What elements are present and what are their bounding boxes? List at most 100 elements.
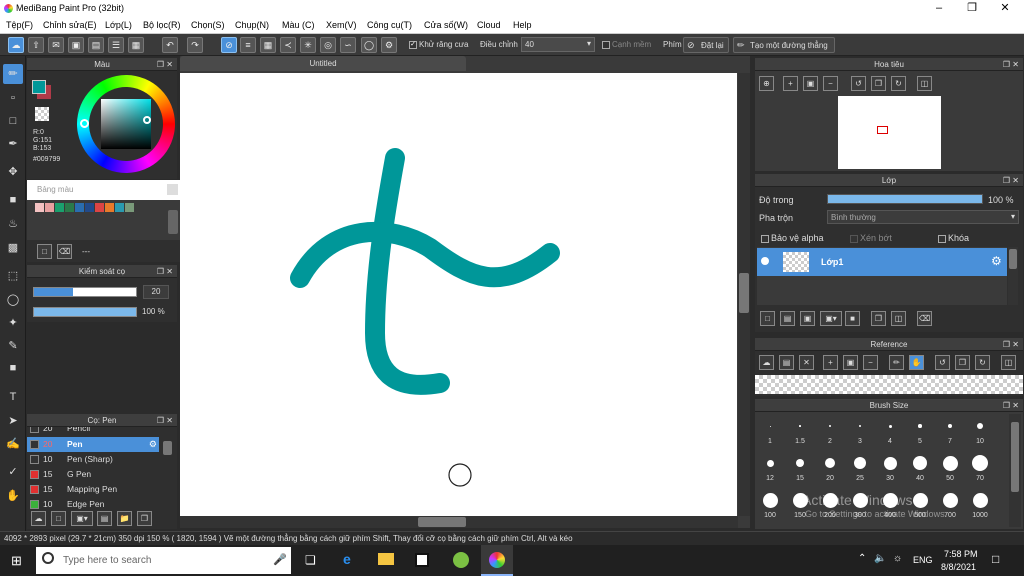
snap-ellipse-icon[interactable]: ◯ — [361, 37, 377, 53]
navigator-preview[interactable] — [838, 96, 941, 169]
brush-size-option[interactable]: 50 — [935, 451, 965, 487]
volume-icon[interactable]: 🔈 — [874, 553, 886, 564]
snap-settings-icon[interactable]: ⚙ — [381, 37, 397, 53]
gradient-tool-icon[interactable]: ▩ — [3, 238, 23, 258]
palette-swatch[interactable] — [85, 203, 94, 212]
brush-size-option[interactable]: 10 — [965, 414, 995, 450]
panel-close-icon[interactable]: ❐ ✕ — [1003, 338, 1019, 351]
close-button[interactable]: ✕ — [988, 0, 1022, 17]
reset-button[interactable]: ⊘ Đặt lại — [683, 37, 729, 53]
select-pen-icon[interactable]: ✎ — [3, 336, 23, 356]
palette-swatch[interactable] — [115, 203, 124, 212]
panel-close-icon[interactable]: ❐ ✕ — [1003, 58, 1019, 71]
grid-icon[interactable]: ▦ — [128, 37, 144, 53]
new-halftone-layer-icon[interactable]: ▤ — [780, 311, 795, 326]
add-brush-menu-icon[interactable]: ▣▾ — [71, 511, 93, 526]
brush-size-option[interactable]: 25 — [845, 451, 875, 487]
brush-size-option[interactable]: 70 — [965, 451, 995, 487]
rotate-fit-icon[interactable]: ❐ — [955, 355, 970, 370]
bucket-tool-icon[interactable]: ♨ — [3, 214, 23, 234]
panel-close-icon[interactable]: ❐ ✕ — [157, 265, 173, 278]
rotate-left-icon[interactable]: ↺ — [851, 76, 866, 91]
brush-size-option[interactable]: 2 — [815, 414, 845, 450]
layer-row[interactable]: Lớp1 ⚙ — [757, 248, 1007, 276]
palette-swatch[interactable] — [105, 203, 114, 212]
folder-icon[interactable]: 📁 — [117, 511, 132, 526]
palette-swatch[interactable] — [125, 203, 134, 212]
brush-size-option[interactable]: 200 — [815, 488, 845, 524]
operation-tool-icon[interactable]: ➤ — [3, 411, 23, 431]
text-tool-icon[interactable]: T — [3, 387, 23, 407]
panel-close-icon[interactable]: ❐ ✕ — [157, 414, 173, 427]
eyedropper-icon[interactable]: ✍ — [3, 434, 23, 454]
navigator-viewport[interactable] — [877, 126, 888, 134]
palette-swatch[interactable] — [35, 203, 44, 212]
select-eraser-icon[interactable]: ■ — [3, 358, 23, 378]
menu-color[interactable]: Màu (C) — [282, 20, 315, 30]
menu-view[interactable]: Xem(V) — [326, 20, 357, 30]
store-icon[interactable] — [415, 553, 429, 567]
brush-list-scrollbar[interactable] — [163, 441, 172, 455]
select-rect-icon[interactable]: ⬚ — [3, 266, 23, 286]
vertical-scroll-thumb[interactable] — [739, 273, 749, 313]
list-icon[interactable]: ☰ — [108, 37, 124, 53]
pen-tool-icon[interactable]: ✒ — [3, 134, 23, 154]
zoom-full-icon[interactable]: ▣ — [843, 355, 858, 370]
merge-layer-icon[interactable]: ◫ — [891, 311, 906, 326]
brush-size-option[interactable]: 100 — [755, 488, 785, 524]
zoom-in-icon[interactable]: + — [783, 76, 798, 91]
clock-date[interactable]: 8/8/2021 — [941, 562, 976, 572]
snap-cross-icon[interactable]: ▦ — [260, 37, 276, 53]
cloud-icon[interactable]: ☁ — [8, 37, 24, 53]
palette-swatch[interactable] — [95, 203, 104, 212]
antialias-checkbox[interactable]: ✓ Khử răng cưa — [409, 40, 468, 49]
close-icon[interactable]: ✕ — [799, 355, 814, 370]
menu-cloud[interactable]: Cloud — [477, 20, 501, 30]
brush-settings-icon[interactable]: ▤ — [97, 511, 112, 526]
delete-layer-icon[interactable]: ⌫ — [917, 311, 932, 326]
transparent-swatch[interactable] — [35, 107, 49, 121]
app-green-icon[interactable] — [453, 552, 469, 568]
menu-window[interactable]: Cửa số(W) — [424, 20, 468, 30]
add-brush-cloud-icon[interactable]: ☁ — [31, 511, 46, 526]
brush-tool-icon[interactable]: ✏ — [3, 64, 23, 84]
snap-off-icon[interactable]: ⊘ — [221, 37, 237, 53]
clipping-checkbox[interactable]: Xén bớt — [850, 233, 892, 243]
primary-color-swatch[interactable] — [32, 80, 46, 94]
brush-size-option[interactable]: 1 — [755, 414, 785, 450]
menu-capture[interactable]: Chụp(N) — [235, 20, 269, 30]
menu-help[interactable]: Help — [513, 20, 532, 30]
zoom-out-icon[interactable]: − — [863, 355, 878, 370]
rotate-left-icon[interactable]: ↺ — [935, 355, 950, 370]
network-icon[interactable]: ☼ — [893, 553, 902, 564]
rotate-fit-icon[interactable]: ❐ — [871, 76, 886, 91]
dropper-icon[interactable]: ✓ — [3, 462, 23, 482]
redo-icon[interactable]: ↷ — [187, 37, 203, 53]
hue-marker[interactable] — [80, 119, 89, 128]
taskbar-search[interactable]: Type here to search 🎤 — [36, 547, 291, 574]
clock-time[interactable]: 7:58 PM — [944, 549, 978, 559]
zoom-fit-icon[interactable]: ⊕ — [759, 76, 774, 91]
message-icon[interactable]: ▣ — [68, 37, 84, 53]
brush-size-option[interactable]: 12 — [755, 451, 785, 487]
hand-tool-icon[interactable]: ✋ — [3, 486, 23, 506]
zoom-out-icon[interactable]: − — [823, 76, 838, 91]
rotate-right-icon[interactable]: ↻ — [891, 76, 906, 91]
brush-size-option[interactable]: 5 — [905, 414, 935, 450]
rectangle-tool-icon[interactable]: □ — [3, 111, 23, 131]
new-1bit-layer-icon[interactable]: ▣ — [800, 311, 815, 326]
canvas[interactable] — [180, 73, 737, 516]
menu-layer[interactable]: Lớp(L) — [105, 20, 132, 30]
layer-opacity-slider[interactable] — [827, 194, 983, 204]
add-layer-menu-icon[interactable]: ▣▾ — [820, 311, 842, 326]
minimize-button[interactable]: – — [922, 0, 956, 17]
brush-size-option[interactable]: 3 — [845, 414, 875, 450]
snap-radial-icon[interactable]: ✳ — [300, 37, 316, 53]
magic-wand-icon[interactable]: ✦ — [3, 313, 23, 333]
brush-item[interactable]: 15 G Pen — [27, 467, 159, 482]
sv-marker[interactable] — [143, 116, 151, 124]
palette-swatch[interactable] — [55, 203, 64, 212]
eyedropper-icon[interactable]: ✏ — [889, 355, 904, 370]
delete-palette-icon[interactable]: ⌫ — [57, 244, 72, 259]
brush-size-option[interactable]: 20 — [815, 451, 845, 487]
